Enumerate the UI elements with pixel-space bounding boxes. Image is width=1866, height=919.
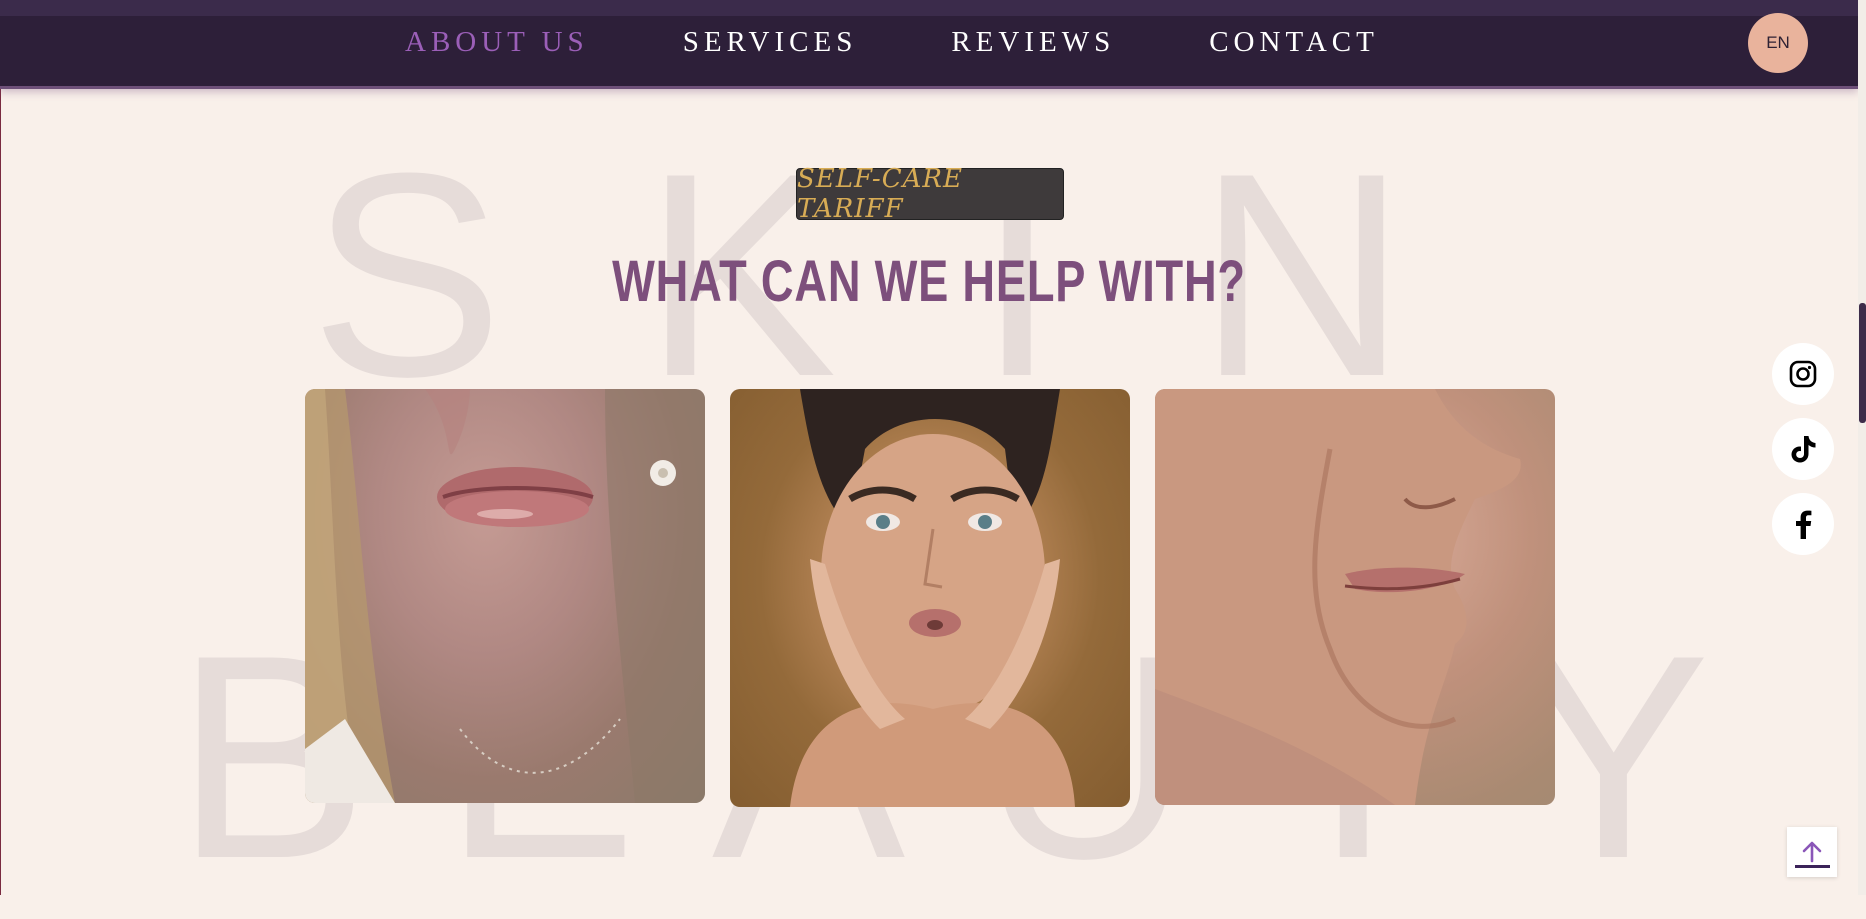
facebook-button[interactable] [1772,493,1834,555]
top-navigation-bar: ABOUT US SERVICES REVIEWS CONTACT EN [0,0,1858,86]
tiktok-button[interactable] [1772,418,1834,480]
page-scrollbar-track[interactable] [1858,0,1866,895]
nav-link-services[interactable]: SERVICES [683,22,858,62]
service-card-face[interactable] [730,389,1130,807]
service-card-lips[interactable] [305,389,705,803]
instagram-icon [1789,360,1817,388]
back-to-top-button[interactable] [1787,827,1837,877]
language-switcher-button[interactable]: EN [1748,13,1808,73]
left-edge-line [0,0,1,895]
nav-links: ABOUT US SERVICES REVIEWS CONTACT [405,22,1473,62]
arrow-up-icon [1802,841,1822,863]
instagram-button[interactable] [1772,343,1834,405]
section-tag: SELF-CARE TARIFF [796,164,1064,224]
nav-link-about-us[interactable]: ABOUT US [405,22,589,62]
tiktok-icon [1791,436,1816,463]
back-to-top-underline [1795,865,1830,868]
facebook-icon [1796,510,1812,539]
face-portrait-photo [790,389,1075,807]
nav-link-contact[interactable]: CONTACT [1209,22,1379,62]
page-scrollbar-thumb[interactable] [1859,303,1866,423]
service-card-wrinkles[interactable] [1155,389,1555,805]
profile-nose-photo [1155,389,1521,805]
lips-closeup-photo [305,389,705,803]
section-heading: WHAT CAN WE HELP WITH? [612,249,1246,314]
nav-link-reviews[interactable]: REVIEWS [951,22,1115,62]
